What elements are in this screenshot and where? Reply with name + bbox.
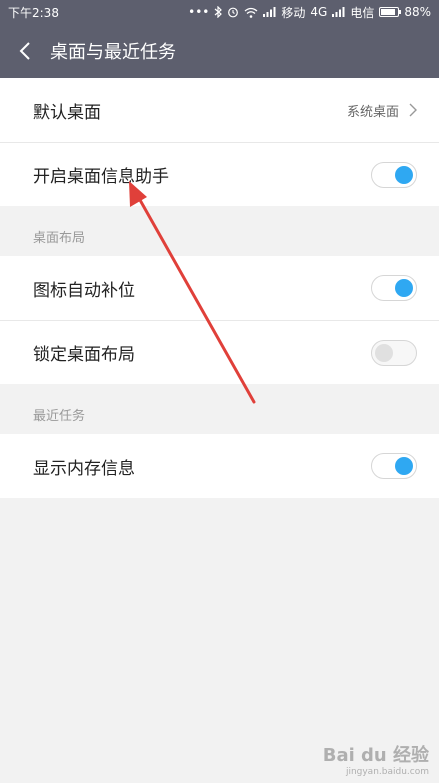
battery-icon	[379, 7, 402, 17]
toggle-knob	[375, 343, 393, 362]
bluetooth-icon	[214, 6, 223, 18]
toggle-knob	[395, 165, 413, 184]
carrier-label-2: 电信	[350, 5, 375, 20]
auto-fill-icons-label: 图标自动补位	[33, 280, 135, 301]
title-bar: 桌面与最近任务	[0, 24, 439, 78]
notification-dots: •••	[188, 5, 210, 19]
signal-icon	[263, 7, 276, 17]
alarm-icon	[227, 6, 239, 18]
auto-fill-icons-toggle[interactable]	[371, 275, 417, 301]
chevron-left-icon	[19, 42, 30, 60]
default-desktop-value: 系统桌面	[346, 104, 399, 120]
default-desktop-row[interactable]: 默认桌面 系统桌面	[0, 78, 439, 142]
status-bar: 下午2:38 ••• 移动 4G 电信 88%	[0, 0, 439, 24]
chevron-right-icon	[409, 103, 417, 117]
carrier-label-1: 移动	[281, 5, 306, 20]
watermark-text: Bai du 经验	[322, 745, 429, 766]
show-memory-toggle[interactable]	[371, 453, 417, 479]
watermark-sub: jingyan.baidu.com	[345, 767, 429, 777]
auto-fill-icons-row[interactable]: 图标自动补位	[0, 256, 439, 320]
lock-layout-toggle[interactable]	[371, 339, 417, 366]
toggle-knob	[395, 457, 413, 475]
toggle-knob	[395, 279, 413, 297]
network-type: 4G	[310, 5, 328, 19]
status-time: 下午2:38	[8, 5, 59, 20]
lock-layout-label: 锁定桌面布局	[33, 345, 135, 365]
watermark-logo: Bai du 经验 jingyan.baidu.com	[323, 741, 429, 777]
wifi-icon	[244, 7, 258, 18]
lock-layout-row[interactable]: 锁定桌面布局	[0, 321, 439, 384]
default-desktop-label: 默认桌面	[33, 102, 101, 123]
desktop-assistant-row[interactable]: 开启桌面信息助手	[0, 143, 439, 206]
desktop-assistant-label: 开启桌面信息助手	[33, 167, 169, 187]
section-header-layout: 桌面布局	[33, 231, 86, 246]
battery-percent: 88%	[404, 5, 431, 19]
page-title: 桌面与最近任务	[50, 42, 176, 63]
show-memory-label: 显示内存信息	[33, 458, 135, 479]
section-header-recent: 最近任务	[33, 409, 86, 424]
default-desktop-value-wrap: 系统桌面	[347, 101, 417, 120]
back-button[interactable]	[0, 24, 50, 78]
desktop-assistant-toggle[interactable]	[371, 161, 417, 188]
show-memory-row[interactable]: 显示内存信息	[0, 434, 439, 498]
signal-icon-2	[332, 7, 345, 17]
